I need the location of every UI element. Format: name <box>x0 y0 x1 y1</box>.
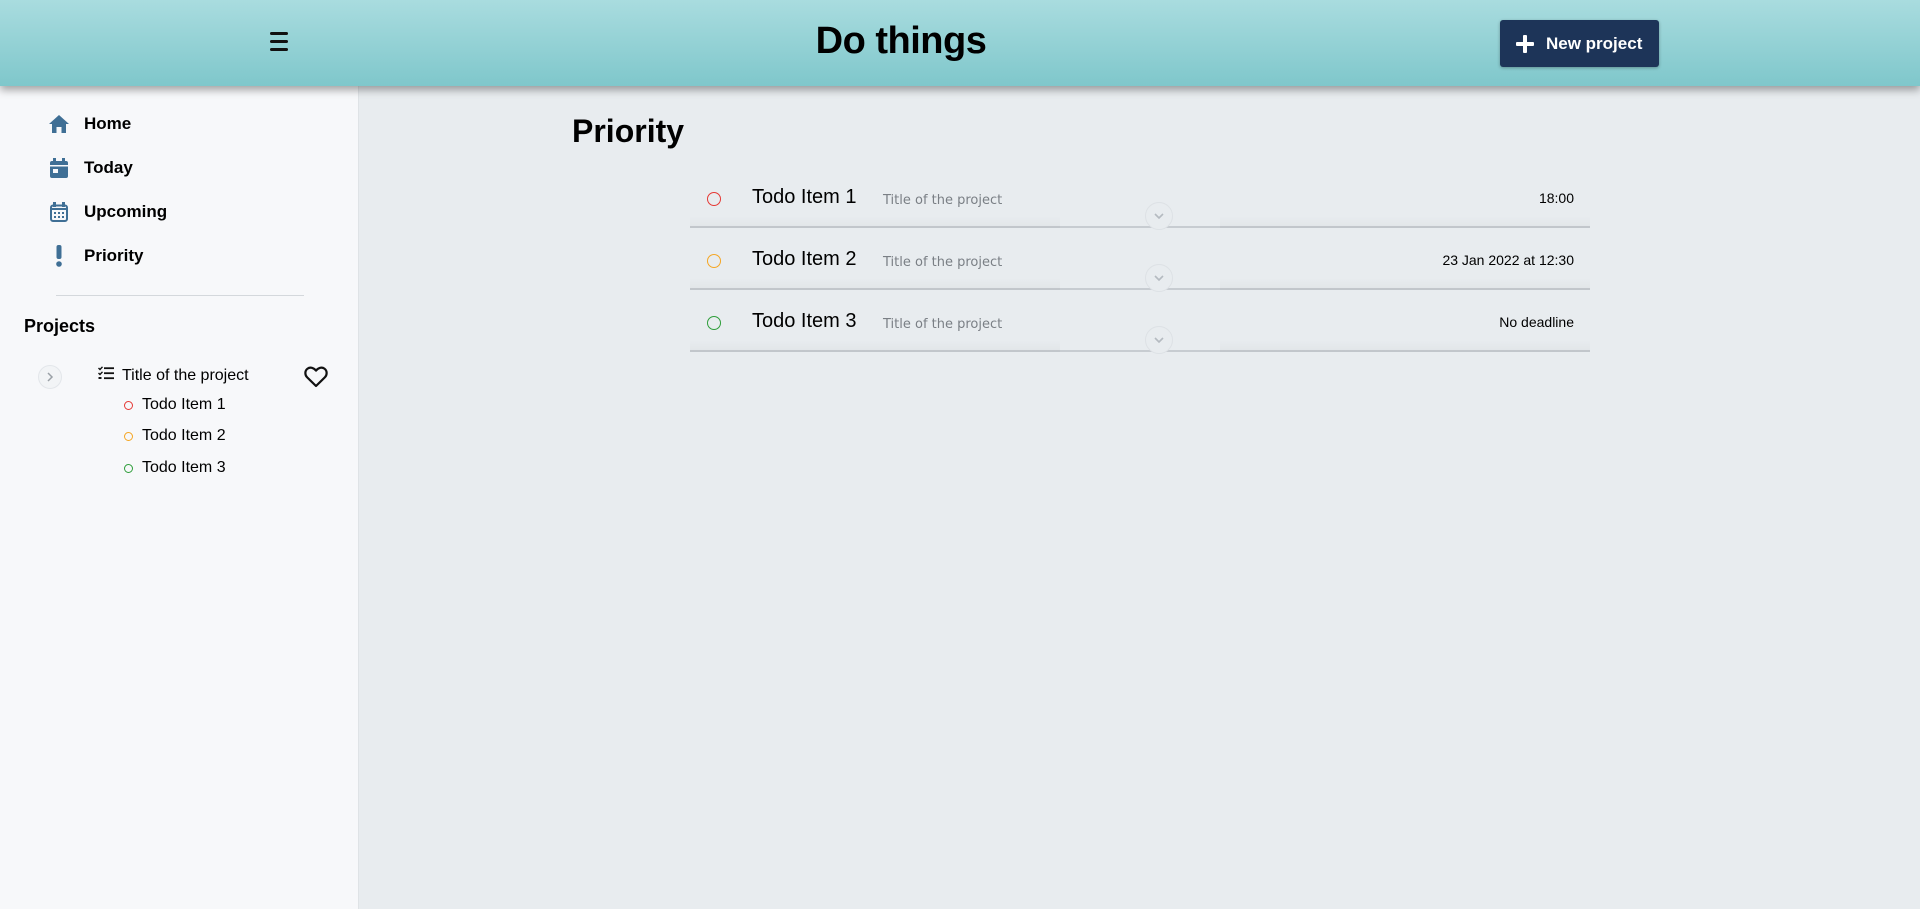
sidebar-item-label: Priority <box>84 246 144 265</box>
complete-circle-icon[interactable] <box>707 254 721 268</box>
todo-project: Title of the project <box>883 255 1003 270</box>
row-shade <box>690 216 1060 228</box>
todo-deadline: No deadline <box>1499 314 1574 330</box>
checklist-icon <box>98 366 114 385</box>
sidebar-item-home[interactable]: Home <box>48 109 131 139</box>
heart-icon[interactable] <box>304 366 328 388</box>
project-title-label: Title of the project <box>122 366 249 384</box>
todo-row[interactable]: Todo Item 3 Title of the project No dead… <box>690 302 1590 354</box>
todo-deadline: 18:00 <box>1538 190 1574 206</box>
sidebar-item-priority[interactable]: Priority <box>48 241 144 271</box>
chevron-down-icon[interactable] <box>1145 202 1173 230</box>
home-icon <box>48 113 70 135</box>
sidebar-todo-item-3[interactable]: Todo Item 3 <box>124 459 226 477</box>
sidebar-item-label: Upcoming <box>84 202 168 221</box>
sidebar: Home Today Upcoming Priority Projects Ti… <box>0 86 359 909</box>
sidebar-todo-item-1[interactable]: Todo Item 1 <box>124 396 226 414</box>
complete-circle-icon[interactable] <box>707 316 721 330</box>
row-shade <box>1220 216 1590 228</box>
chevron-down-icon[interactable] <box>1145 264 1173 292</box>
sidebar-item-upcoming[interactable]: Upcoming <box>48 197 167 227</box>
complete-circle-icon[interactable] <box>707 192 721 206</box>
todo-status-icon <box>124 400 133 410</box>
todo-status-icon <box>124 431 133 441</box>
todo-name: Todo Item 1 <box>752 186 857 208</box>
new-project-button[interactable]: New project <box>1500 20 1659 67</box>
top-bar: Do things New project <box>0 0 1920 86</box>
chevron-right-icon[interactable] <box>38 365 62 389</box>
row-shade <box>1220 340 1590 352</box>
plus-icon <box>1516 34 1534 53</box>
todo-status-icon <box>124 463 133 473</box>
todo-project: Title of the project <box>883 317 1003 332</box>
todo-deadline: 23 Jan 2022 at 12:30 <box>1442 252 1574 268</box>
sidebar-todo-item-2[interactable]: Todo Item 2 <box>124 427 226 445</box>
todo-label: Todo Item 2 <box>142 427 226 444</box>
row-shade <box>690 278 1060 290</box>
new-project-label: New project <box>1546 33 1643 53</box>
exclamation-icon <box>48 245 70 267</box>
todo-project: Title of the project <box>883 193 1003 208</box>
projects-heading: Projects <box>24 316 96 336</box>
todo-label: Todo Item 3 <box>142 459 226 476</box>
calendar-icon <box>48 157 70 179</box>
sidebar-divider <box>56 295 304 296</box>
row-shade <box>690 340 1060 352</box>
todo-name: Todo Item 3 <box>752 310 857 332</box>
sidebar-item-label: Today <box>84 158 133 177</box>
page-title: Priority <box>572 113 685 149</box>
sidebar-item-label: Home <box>84 114 132 133</box>
todo-row[interactable]: Todo Item 1 Title of the project 18:00 <box>690 178 1590 230</box>
todo-row[interactable]: Todo Item 2 Title of the project 23 Jan … <box>690 240 1590 292</box>
todo-name: Todo Item 2 <box>752 248 857 270</box>
todo-label: Todo Item 1 <box>142 396 226 413</box>
project-row: Title of the project <box>36 363 332 389</box>
calendar-grid-icon <box>48 201 70 223</box>
project-title[interactable]: Title of the project <box>98 366 249 385</box>
sidebar-item-today[interactable]: Today <box>48 153 133 183</box>
chevron-down-icon[interactable] <box>1145 326 1173 354</box>
row-shade <box>1220 278 1590 290</box>
